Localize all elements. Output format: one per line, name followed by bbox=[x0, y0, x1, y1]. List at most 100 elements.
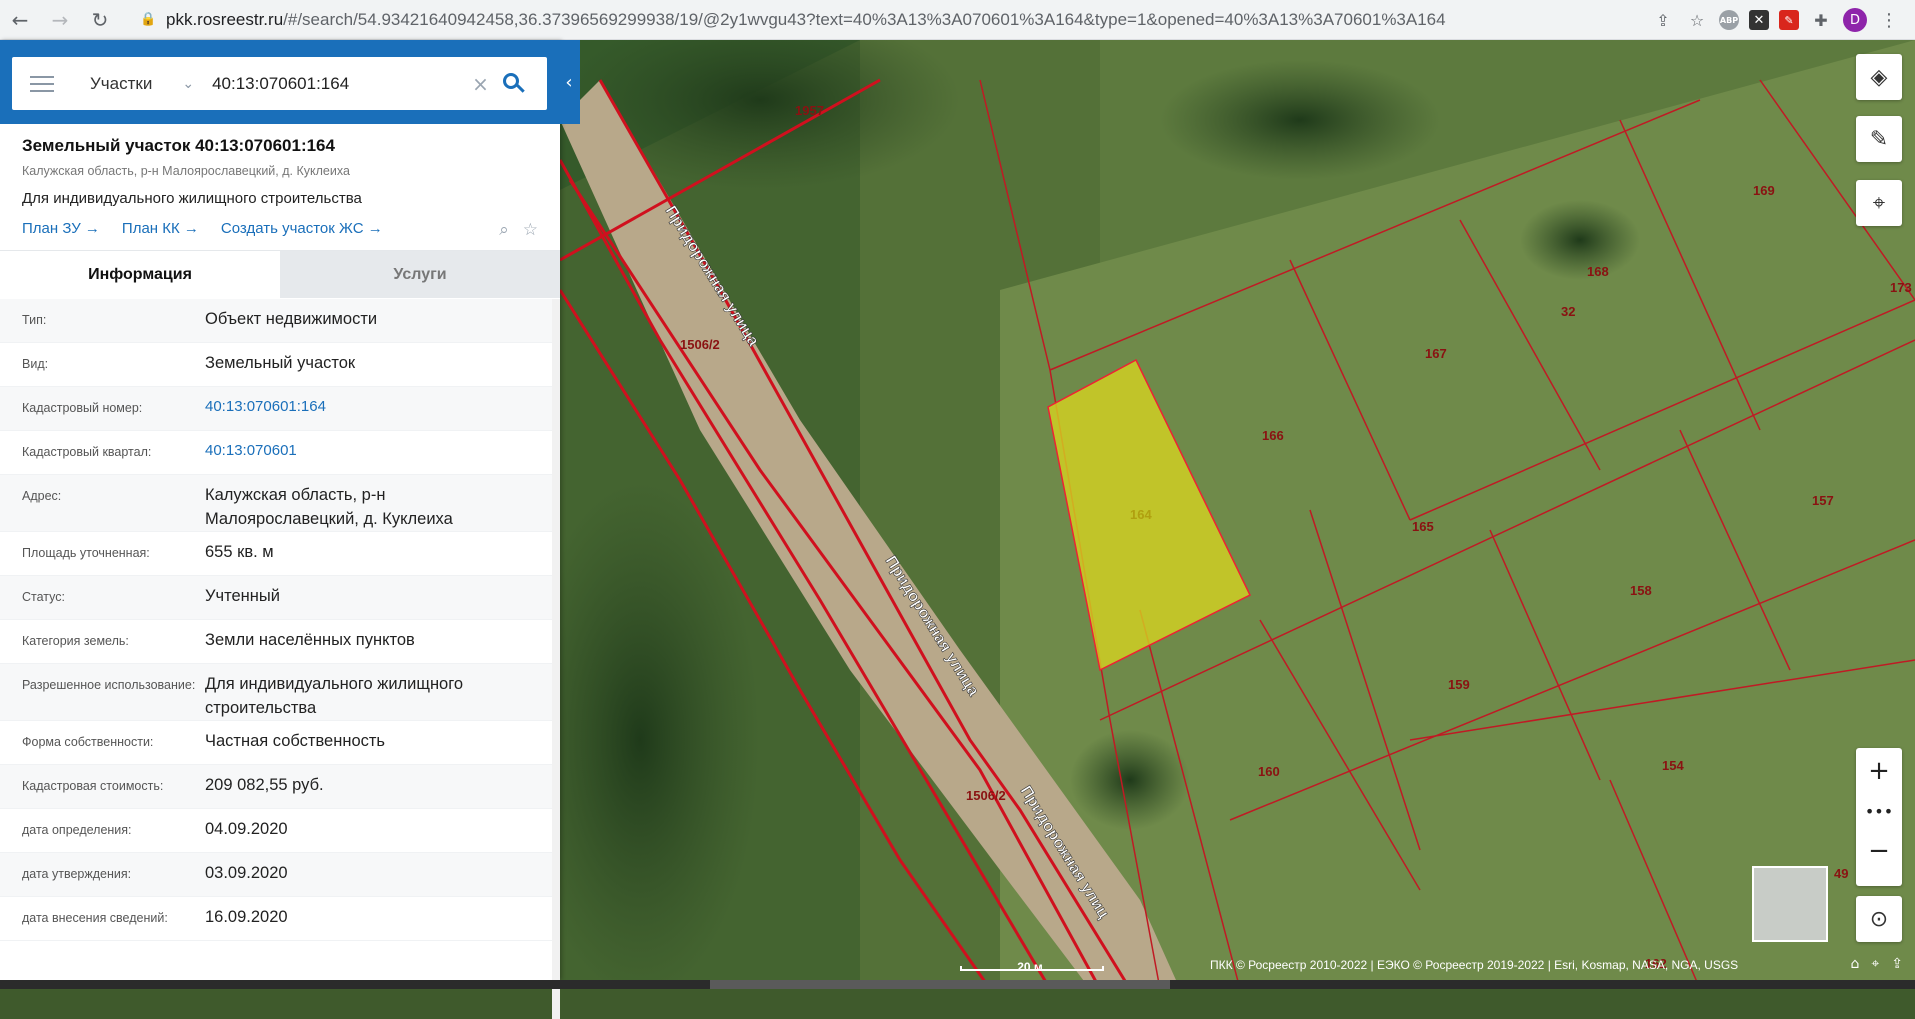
parcel-label: 167 bbox=[1425, 346, 1447, 361]
minimap[interactable] bbox=[1752, 866, 1828, 942]
plan-zu-link[interactable]: План ЗУ → bbox=[22, 220, 100, 237]
avatar[interactable]: D bbox=[1843, 8, 1867, 32]
parcel-label: 158 bbox=[1630, 583, 1652, 598]
info-value: Учтенный bbox=[205, 587, 280, 605]
parcel-label: 165 bbox=[1412, 519, 1434, 534]
info-value: Частная собственность bbox=[205, 732, 386, 750]
clear-icon[interactable]: × bbox=[472, 72, 489, 96]
info-row: Адрес: Калужская область, р-н Малоярослав… bbox=[0, 475, 552, 532]
plan-kk-link[interactable]: План КК → bbox=[122, 220, 199, 237]
info-row: Статус: Учтенный bbox=[0, 576, 552, 620]
search-icon[interactable] bbox=[502, 72, 525, 95]
map-attribution: ПКК © Росреестр 2010-2022 | ЕЭКО © Росре… bbox=[1210, 958, 1739, 972]
parcel-label: 173 bbox=[1890, 280, 1912, 295]
home-icon[interactable]: ⌂ bbox=[1850, 956, 1859, 972]
parcel-label: 157 bbox=[1812, 493, 1834, 508]
map-bottom-icons: ⌂ ⌖ ⇪ bbox=[1850, 956, 1903, 972]
ruler-icon[interactable]: ✎ bbox=[1856, 116, 1902, 162]
info-row: дата утверждения: 03.09.2020 bbox=[0, 853, 552, 897]
info-value: 655 кв. м bbox=[205, 543, 274, 561]
zoom-in-button[interactable]: + bbox=[1856, 748, 1902, 794]
parcel-label: 168 bbox=[1587, 264, 1609, 279]
pdf-extension-icon[interactable]: ✎ bbox=[1779, 10, 1799, 30]
forward-icon[interactable]: → bbox=[40, 0, 80, 40]
search-type-select[interactable]: Участки bbox=[90, 74, 152, 94]
horizontal-scrollbar[interactable] bbox=[0, 980, 1915, 989]
url-text[interactable]: pkk.rosreestr.ru/#/search/54.93421640942… bbox=[166, 10, 1446, 30]
panel-scrollbar[interactable] bbox=[552, 299, 560, 1019]
locate-icon[interactable]: ⌖ bbox=[1856, 180, 1902, 226]
info-label: Разрешенное использование: bbox=[22, 678, 196, 692]
menu-dots-icon[interactable]: ⋮ bbox=[1877, 8, 1901, 32]
star-icon[interactable]: ☆ bbox=[1685, 8, 1709, 32]
share-icon[interactable]: ⇪ bbox=[1651, 8, 1675, 32]
favorite-star-icon[interactable]: ☆ bbox=[523, 220, 538, 240]
create-parcel-link[interactable]: Создать участок ЖС → bbox=[221, 220, 383, 237]
zoom-control: + ••• − bbox=[1856, 748, 1902, 886]
tab-services[interactable]: Услуги bbox=[280, 251, 560, 298]
compass-icon[interactable]: ⊙ bbox=[1856, 896, 1902, 942]
info-row: Форма собственности: Частная собственност… bbox=[0, 721, 552, 765]
cadastral-number-link[interactable]: 40:13:070601:164 bbox=[205, 395, 525, 419]
object-links: План ЗУ → План КК → Создать участок ЖС → bbox=[22, 220, 383, 237]
info-label: дата определения: bbox=[22, 823, 132, 837]
info-label: Кадастровый номер: bbox=[22, 401, 143, 415]
browser-toolbar: ← → ↻ 🔒 pkk.rosreestr.ru/#/search/54.934… bbox=[0, 0, 1915, 40]
collapse-panel-icon[interactable]: ‹ bbox=[560, 68, 578, 98]
crosshair-icon[interactable]: ⌖ bbox=[1871, 956, 1879, 972]
info-label: Категория земель: bbox=[22, 634, 129, 648]
info-label: Форма собственности: bbox=[22, 735, 154, 749]
chevron-down-icon[interactable]: ⌄ bbox=[182, 76, 194, 92]
info-label: дата внесения сведений: bbox=[22, 911, 168, 925]
info-value: Для индивидуального жилищного строительс… bbox=[205, 675, 464, 717]
parcel-label: 159 bbox=[1448, 677, 1470, 692]
layers-icon[interactable]: ◈ bbox=[1856, 54, 1902, 100]
info-label: Вид: bbox=[22, 357, 49, 371]
info-label: Статус: bbox=[22, 590, 65, 604]
reload-icon[interactable]: ↻ bbox=[80, 0, 120, 40]
info-table: Тип: Объект недвижимости Вид: Земельный уч… bbox=[0, 299, 552, 941]
info-value: Калужская область, р-н Малоярославецкий,… bbox=[205, 486, 453, 528]
info-row: Категория земель: Земли населённых пункто… bbox=[0, 620, 552, 664]
scrollbar-thumb[interactable] bbox=[710, 980, 1170, 989]
more-dots-icon[interactable]: ••• bbox=[1856, 794, 1902, 828]
panel-actions: ⌕ ☆ bbox=[499, 220, 538, 240]
scale-bar bbox=[960, 966, 1104, 971]
puzzle-icon[interactable]: ✚ bbox=[1809, 8, 1833, 32]
parcel-label: 164 bbox=[1130, 507, 1152, 522]
back-icon[interactable]: ← bbox=[0, 0, 40, 40]
parcel-label: 154 bbox=[1662, 758, 1684, 773]
adblock-icon[interactable]: ABP bbox=[1719, 10, 1739, 30]
info-row: дата определения: 04.09.2020 bbox=[0, 809, 552, 853]
zoom-to-icon[interactable]: ⌕ bbox=[499, 220, 509, 240]
tabs: Информация Услуги bbox=[0, 250, 560, 298]
parcel-label: 1957 bbox=[795, 103, 824, 118]
info-value: Земельный участок bbox=[205, 354, 356, 372]
object-address: Калужская область, р-н Малоярославецкий,… bbox=[22, 164, 350, 178]
info-value: 16.09.2020 bbox=[205, 908, 288, 926]
parcel-label: 32 bbox=[1561, 304, 1575, 319]
x-extension-icon[interactable]: ✕ bbox=[1749, 10, 1769, 30]
info-value: Объект недвижимости bbox=[205, 310, 378, 328]
menu-icon[interactable] bbox=[30, 75, 54, 92]
extensions-bar: ⇪ ☆ ABP ✕ ✎ ✚ D ⋮ bbox=[1651, 0, 1915, 40]
zoom-out-button[interactable]: − bbox=[1856, 828, 1902, 874]
info-label: Адрес: bbox=[22, 489, 62, 503]
info-value: Земли населённых пунктов bbox=[205, 631, 415, 649]
info-row: Вид: Земельный участок bbox=[0, 343, 552, 387]
info-value: 209 082,55 руб. bbox=[205, 776, 324, 794]
info-row: Разрешенное использование: Для индивидуал… bbox=[0, 664, 552, 721]
search-input[interactable] bbox=[212, 73, 443, 94]
info-value: 04.09.2020 bbox=[205, 820, 288, 838]
parcel-label: 166 bbox=[1262, 428, 1284, 443]
info-row: Площадь уточненная: 655 кв. м bbox=[0, 532, 552, 576]
lock-icon: 🔒 bbox=[140, 11, 157, 27]
address-bar[interactable]: 🔒 pkk.rosreestr.ru/#/search/54.934216409… bbox=[140, 4, 1610, 36]
info-label: Кадастровый квартал: bbox=[22, 445, 152, 459]
parcel-label: 1506/2 bbox=[680, 337, 720, 352]
cadastral-quarter-link[interactable]: 40:13:070601 bbox=[205, 439, 525, 463]
parcel-label: 1506/2 bbox=[966, 788, 1006, 803]
tab-information[interactable]: Информация bbox=[0, 251, 280, 298]
share-icon[interactable]: ⇪ bbox=[1891, 956, 1903, 972]
info-label: Площадь уточненная: bbox=[22, 546, 150, 560]
